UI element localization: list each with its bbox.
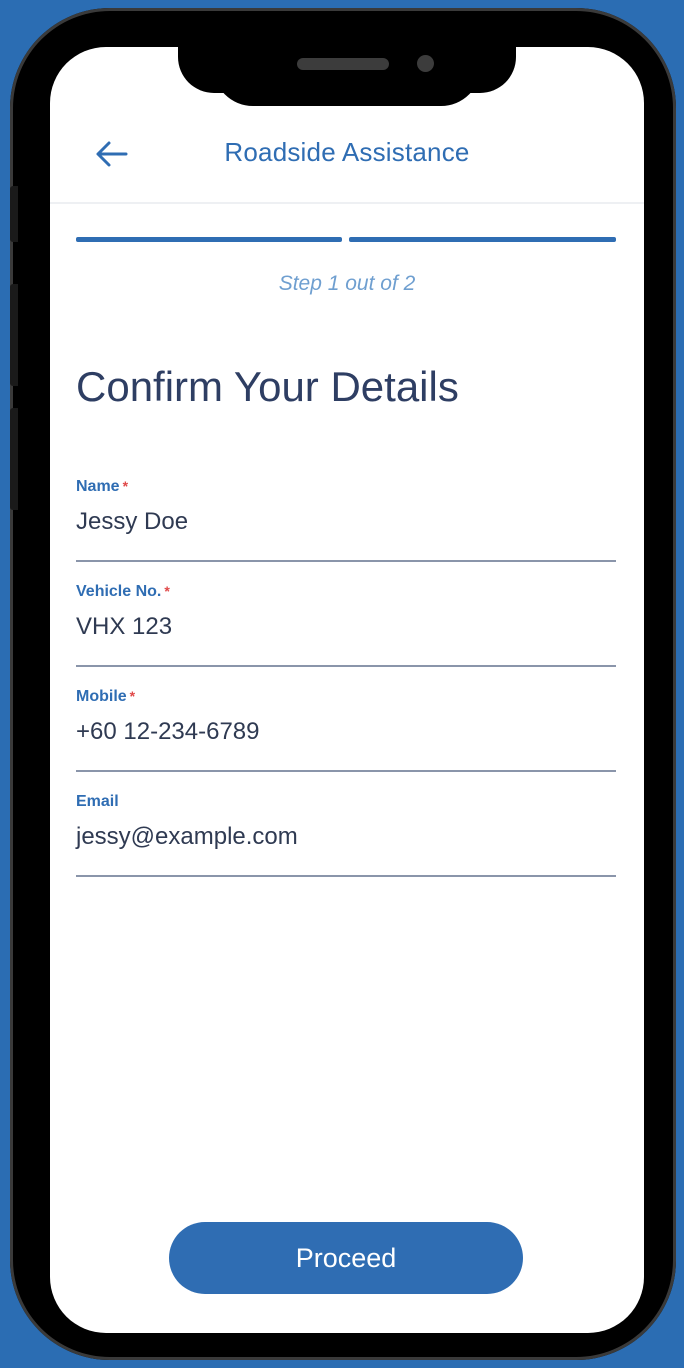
vehicle-number-field[interactable]: Vehicle No. * VHX 123: [76, 583, 616, 667]
name-label: Name *: [76, 478, 129, 495]
vehicle-number-input[interactable]: VHX 123: [76, 613, 172, 641]
progress-segment-2: [349, 237, 616, 242]
front-camera: [417, 55, 434, 72]
step-indicator: Step 1 out of 2: [278, 272, 416, 295]
email-label: Email: [76, 793, 119, 810]
proceed-button[interactable]: Proceed: [169, 1222, 523, 1294]
volume-down-button: [10, 408, 18, 510]
name-field[interactable]: Name * Jessy Doe: [76, 478, 616, 562]
page-title: Confirm Your Details: [76, 363, 459, 410]
step-progress-bar: [76, 237, 616, 242]
mobile-input[interactable]: +60 12-234-6789: [76, 718, 260, 746]
required-mark: *: [129, 688, 136, 704]
volume-up-button: [10, 284, 18, 386]
header-title: Roadside Assistance: [224, 137, 470, 167]
email-input[interactable]: jessy@example.com: [76, 823, 298, 851]
progress-segment-1: [76, 237, 342, 242]
app-screen: Roadside Assistance Step 1 out of 2 Conf…: [50, 47, 644, 1333]
name-input[interactable]: Jessy Doe: [76, 508, 188, 536]
speaker-grille: [297, 58, 389, 70]
mobile-field[interactable]: Mobile * +60 12-234-6789: [76, 688, 616, 772]
vehicle-number-label: Vehicle No. *: [76, 583, 170, 600]
email-field[interactable]: Email jessy@example.com: [76, 793, 616, 877]
mobile-label: Mobile *: [76, 688, 136, 705]
mute-switch: [10, 186, 18, 242]
required-mark: *: [164, 583, 170, 599]
required-mark: *: [122, 478, 129, 494]
